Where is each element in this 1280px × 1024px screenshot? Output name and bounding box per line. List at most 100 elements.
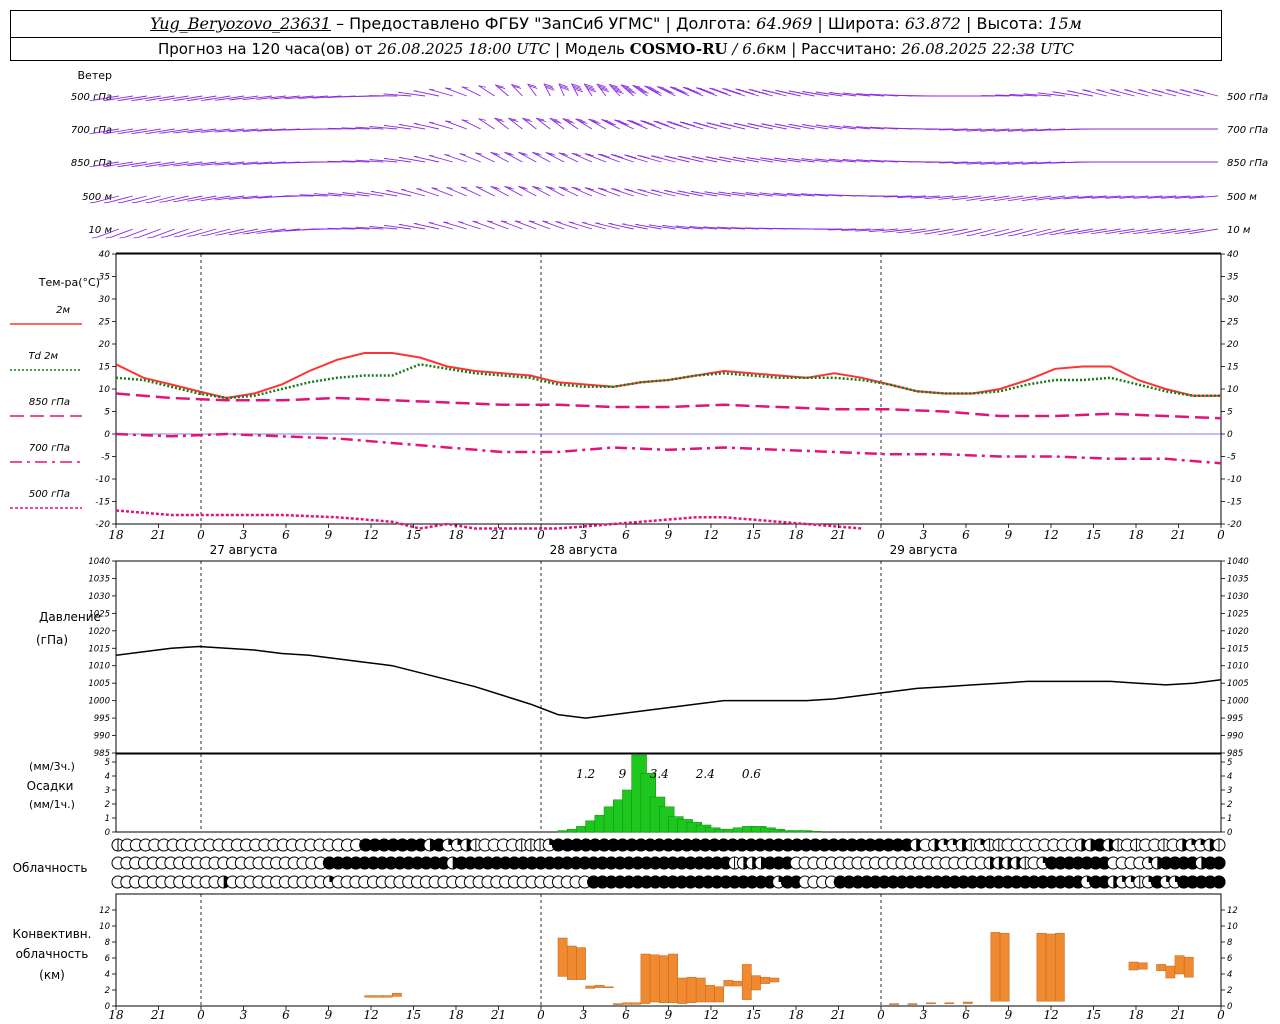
conv-bar: [723, 980, 734, 987]
wind-barb-shaft: [1012, 228, 1038, 236]
pressure-tick-label: 1020: [88, 627, 110, 637]
wind-barb-shaft: [621, 223, 648, 230]
temp-tick-label: 20: [99, 340, 111, 350]
wind-level-label-right: 500 м: [1227, 192, 1257, 203]
wind-barb: [611, 154, 634, 163]
pressure-tick-label: 995: [94, 714, 110, 724]
wind-barb: [706, 122, 732, 130]
wind-barb: [980, 228, 1010, 237]
wind-barb: [720, 122, 746, 130]
cloud-symbol: [1212, 838, 1226, 852]
wind-barb: [952, 228, 982, 236]
pressure-tick-label: 1015: [1227, 644, 1249, 654]
pressure-frame: [115, 560, 1222, 754]
conv-tick-label: 4: [1227, 970, 1232, 980]
wind-barb: [679, 121, 704, 130]
time-hour-label: 21: [1170, 528, 1186, 542]
precip-tick-label: 4: [105, 772, 110, 782]
wind-barb: [478, 85, 495, 97]
conv-bar: [907, 1003, 918, 1005]
wind-barb: [504, 185, 523, 197]
time-hour-label-bottom: 21: [830, 1008, 846, 1022]
wind-barb-flag: [759, 91, 764, 94]
wind-level-label: 700 гПа: [71, 125, 112, 136]
temp-tick-label: 40: [1227, 250, 1239, 260]
time-hour-label-bottom: 18: [108, 1008, 124, 1022]
wind-barb: [160, 228, 189, 238]
conv-bar: [990, 932, 1001, 1002]
wind-barb: [583, 83, 597, 97]
wind-barb-flag: [762, 92, 768, 95]
conv-tick-label: 10: [99, 922, 110, 932]
temp-tick-label: 25: [99, 318, 111, 328]
precip-tick-label: 5: [1227, 758, 1232, 768]
cloud-symbol: [1212, 875, 1226, 889]
temp-tick-label: 5: [1227, 408, 1233, 418]
conv-bar: [695, 977, 706, 1003]
wind-barb: [775, 90, 801, 97]
precip-tick-label: 0: [105, 828, 110, 838]
conv-bar: [603, 986, 614, 989]
conv-title-1: Конвективн.: [13, 927, 92, 941]
wind-barb: [527, 83, 538, 97]
wind-barb-flag: [696, 123, 702, 125]
precip-tick-label: 1: [1227, 814, 1232, 824]
wind-barb-flag: [160, 236, 167, 238]
wind-barb: [693, 122, 718, 130]
conv-bar: [1055, 932, 1065, 1002]
wind-level-label-right: 500 гПа: [1227, 92, 1268, 103]
wind-barb-flag: [581, 222, 587, 224]
wind-barb: [637, 189, 662, 197]
pressure-tick-label: 1030: [88, 592, 110, 602]
wind-barb: [621, 223, 648, 230]
time-hour-label-bottom: 9: [325, 1008, 333, 1022]
wind-barb: [678, 155, 704, 163]
conv-tick-label: 8: [1227, 938, 1233, 948]
temp-tick-label: 15: [99, 363, 111, 373]
wind-barb-flag: [428, 155, 434, 157]
precip-total-label: 9: [619, 767, 627, 781]
wind-barb: [760, 157, 787, 163]
conv-bar: [566, 945, 577, 980]
conv-bar: [631, 1002, 642, 1005]
time-hour-label-bottom: 15: [1086, 1008, 1101, 1022]
wind-barb-shaft: [1177, 228, 1205, 234]
time-hour-label: 15: [1086, 528, 1101, 542]
wind-barb: [562, 118, 579, 130]
pressure-tick-label: 1035: [88, 574, 110, 584]
wind-barb: [722, 88, 746, 97]
wind-barb: [535, 117, 551, 130]
wind-barb: [494, 84, 509, 97]
temp-tick-label: 35: [99, 273, 111, 283]
wind-barb-shaft: [581, 222, 607, 230]
precip-tick-label: 4: [1227, 772, 1232, 782]
wind-barb-flag: [755, 90, 761, 93]
wind-barb-flag: [105, 236, 112, 239]
time-hour-label: 18: [108, 528, 124, 542]
conv-bar: [649, 954, 660, 1003]
time-hour-label-bottom: 0: [197, 1008, 205, 1022]
temp-tick-label: 10: [99, 385, 111, 395]
wind-level-label: 500 гПа: [71, 92, 112, 103]
wind-title: Ветер: [78, 69, 112, 82]
wind-barb: [174, 228, 203, 238]
precip-bar: [806, 831, 822, 833]
wind-level-label-right: 10 м: [1227, 225, 1251, 236]
time-hour-label: 12: [703, 528, 718, 542]
wind-barb: [938, 228, 968, 235]
wind-barb: [677, 190, 704, 197]
time-hour-label: 0: [877, 528, 885, 542]
wind-barb-flag: [574, 188, 582, 190]
conv-bar: [392, 992, 402, 997]
precip-total-label: 3.4: [650, 767, 669, 781]
time-hour-label: 3: [580, 528, 588, 542]
temp-legend-label: 500 гПа: [29, 489, 70, 500]
wind-barb: [490, 151, 509, 163]
conv-tick-label: 2: [105, 986, 110, 996]
wind-barb: [568, 221, 593, 230]
time-hour-label: 15: [746, 528, 761, 542]
conv-bar: [751, 975, 761, 991]
wind-barb-shaft: [148, 95, 175, 101]
wind-barb: [504, 151, 523, 163]
temp-tick-label: 25: [1227, 318, 1239, 328]
